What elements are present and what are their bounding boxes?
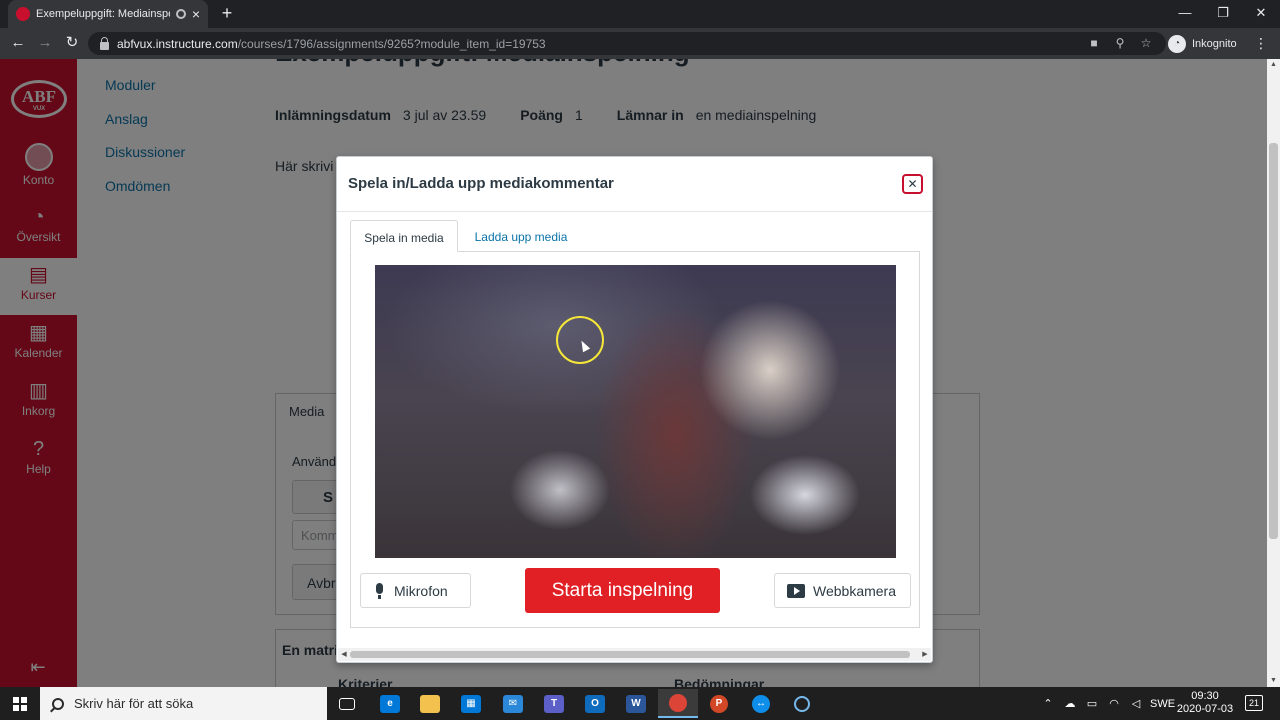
taskbar-teams[interactable]: T: [534, 689, 574, 718]
clock-time: 09:30: [1191, 690, 1219, 702]
task-view-button[interactable]: [327, 689, 367, 718]
microphone-icon: [375, 582, 384, 599]
teamviewer-icon: ↔: [752, 694, 770, 713]
forward-arrow-icon[interactable]: →: [34, 32, 56, 54]
webcam-preview: [375, 265, 896, 558]
webcam-select-button[interactable]: Webbkamera: [774, 573, 911, 608]
tab-upload-media[interactable]: Ladda upp media: [460, 220, 582, 252]
folder-icon: [420, 694, 440, 713]
windows-start-button[interactable]: [0, 687, 40, 720]
scroll-right-icon[interactable]: ▶: [919, 648, 931, 661]
new-tab-button[interactable]: +: [216, 2, 238, 24]
outlook-icon: O: [585, 694, 605, 713]
scroll-up-icon[interactable]: ▲: [1267, 59, 1280, 71]
system-tray: ⌃ ☁ ▭ ◠ ◁ SWE: [1040, 687, 1175, 720]
taskbar-clock[interactable]: 09:30 2020-07-03: [1170, 690, 1240, 716]
taskbar-mail[interactable]: ✉: [493, 689, 533, 718]
address-bar[interactable]: abfvux.instructure.com/courses/1796/assi…: [88, 32, 1166, 55]
taskbar-word[interactable]: W: [616, 689, 656, 718]
taskbar-powerpoint[interactable]: P: [699, 689, 739, 718]
wifi-icon[interactable]: ◠: [1106, 697, 1122, 710]
page-viewport: ABF VUX Konto ◔ Översikt ▤ Kurser ▦ Kale…: [0, 59, 1280, 687]
clock-date: 2020-07-03: [1176, 703, 1234, 715]
dialog-scrollbar-thumb[interactable]: [350, 651, 910, 658]
scroll-left-icon[interactable]: ◀: [338, 648, 350, 661]
taskbar-file-explorer[interactable]: [410, 689, 450, 718]
dialog-horizontal-scrollbar[interactable]: ◀ ▶: [338, 648, 931, 661]
store-icon: ▦: [461, 694, 481, 713]
dialog-divider: [337, 211, 932, 212]
chrome-icon: [669, 693, 687, 712]
scroll-down-icon[interactable]: ▼: [1267, 675, 1280, 687]
start-recording-button[interactable]: Starta inspelning: [525, 568, 720, 613]
url-path: /courses/1796/assignments/9265?module_it…: [237, 36, 546, 51]
task-view-icon: [339, 697, 355, 710]
lock-icon: [100, 36, 109, 50]
edge-icon: e: [380, 694, 400, 713]
tab-record-media[interactable]: Spela in media: [350, 220, 458, 252]
volume-icon[interactable]: ◁: [1128, 697, 1144, 710]
taskbar-recorder[interactable]: [782, 689, 822, 718]
windows-logo-icon: [13, 696, 27, 711]
canvas-favicon-icon: [16, 7, 30, 21]
word-icon: W: [626, 694, 646, 713]
back-arrow-icon[interactable]: ←: [7, 32, 29, 54]
zoom-icon[interactable]: ⚲: [1110, 32, 1130, 55]
search-placeholder: Skriv här för att söka: [74, 696, 194, 711]
notification-center-icon[interactable]: 21: [1245, 695, 1263, 711]
reload-icon[interactable]: ↻: [61, 32, 83, 54]
taskbar-store[interactable]: ▦: [451, 689, 491, 718]
powerpoint-icon: P: [710, 694, 728, 713]
taskbar-edge[interactable]: e: [370, 689, 410, 718]
taskbar-teamviewer[interactable]: ↔: [741, 689, 781, 718]
taskbar-chrome[interactable]: [658, 689, 698, 718]
webcam-icon: [787, 583, 805, 598]
teams-icon: T: [544, 694, 564, 713]
recording-indicator-icon: [175, 9, 186, 19]
incognito-icon: ◔: [1168, 34, 1186, 53]
bookmark-star-icon[interactable]: ☆: [1136, 32, 1156, 55]
browser-tab[interactable]: Exempeluppgift: Mediainspe ×: [8, 0, 208, 28]
window-minimize-button[interactable]: —: [1166, 0, 1204, 28]
tab-title: Exempeluppgift: Mediainspe: [36, 8, 170, 20]
windows-taskbar: Skriv här för att söka e ▦ ✉ T O W P ↔ ⌃…: [0, 687, 1280, 720]
url-host: abfvux.instructure.com: [117, 36, 238, 51]
microphone-label: Mikrofon: [394, 582, 448, 599]
tab-close-icon[interactable]: ×: [192, 6, 200, 22]
dialog-close-button[interactable]: ✕: [902, 174, 923, 194]
media-comment-dialog: Spela in/Ladda upp mediakommentar ✕ Spel…: [336, 156, 933, 663]
webcam-label: Webbkamera: [813, 582, 897, 599]
page-scrollbar[interactable]: ▲ ▼: [1267, 59, 1280, 687]
window-restore-button[interactable]: ❐: [1204, 0, 1242, 28]
record-media-pane: Mikrofon Starta inspelning Webbkamera: [350, 251, 920, 628]
mail-icon: ✉: [503, 694, 523, 713]
microphone-select-button[interactable]: Mikrofon: [360, 573, 471, 608]
battery-icon[interactable]: ▭: [1084, 697, 1100, 710]
incognito-profile-button[interactable]: ◔ Inkognito: [1168, 32, 1237, 55]
browser-menu-icon[interactable]: ⋮: [1252, 32, 1270, 55]
recorder-icon: [794, 695, 810, 712]
page-scrollbar-thumb[interactable]: [1269, 143, 1278, 539]
camera-in-use-icon[interactable]: ■: [1084, 32, 1104, 55]
search-icon: [52, 697, 64, 710]
onedrive-icon[interactable]: ☁: [1062, 697, 1078, 710]
dialog-title: Spela in/Ladda upp mediakommentar: [348, 175, 614, 192]
window-close-button[interactable]: ✕: [1242, 0, 1280, 28]
browser-tab-bar: Exempeluppgift: Mediainspe × + — ❐ ✕: [0, 0, 1280, 28]
taskbar-outlook[interactable]: O: [575, 689, 615, 718]
incognito-label: Inkognito: [1192, 37, 1237, 50]
tray-chevron-icon[interactable]: ⌃: [1040, 697, 1056, 710]
taskbar-search-box[interactable]: Skriv här för att söka: [40, 687, 327, 720]
browser-toolbar: ← → ↻ abfvux.instructure.com/courses/179…: [0, 28, 1280, 59]
